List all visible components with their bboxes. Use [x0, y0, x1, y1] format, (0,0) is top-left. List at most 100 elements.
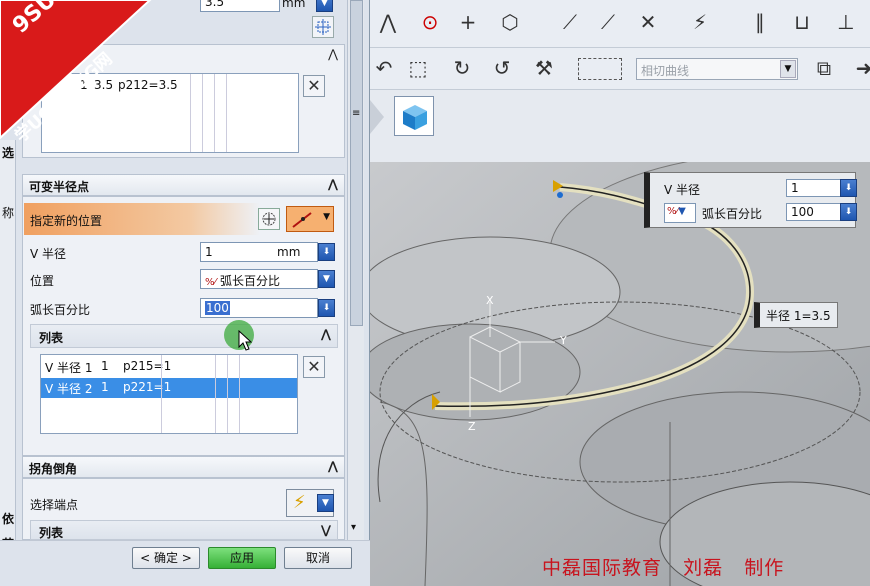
shape-outline-icon[interactable]: ⬡ — [496, 8, 524, 36]
callout-v-radius-dropdown[interactable]: ⬇ — [840, 179, 857, 197]
section-title: 可变半径点 — [29, 180, 90, 194]
dialog-scrollbar[interactable]: ≡ ▾ — [347, 0, 364, 540]
section-title: 拐角倒角 — [29, 462, 78, 476]
arc-percent-label: 弧长百分比 — [30, 303, 91, 317]
scrollbar-thumb[interactable] — [350, 0, 363, 326]
corner-icon[interactable]: ✕ — [634, 8, 662, 36]
chevron-down-icon: ▼ — [317, 494, 334, 512]
specify-location-label: 指定新的位置 — [30, 214, 103, 228]
snap-icon[interactable]: ⚒ — [530, 54, 558, 82]
watermark-text: 中磊国际教育 刘磊 制作 — [542, 557, 785, 579]
arrow-right-icon[interactable]: ➜ — [850, 54, 870, 82]
cross-plus-icon[interactable]: + — [454, 8, 482, 36]
transform-move-icon[interactable]: ↺ — [488, 54, 516, 82]
position-dropdown[interactable]: ▼ — [318, 270, 335, 288]
add-set-button[interactable] — [312, 16, 334, 38]
list-item[interactable]: 1 3.5 p212=3.5 — [42, 76, 298, 96]
radius-callout[interactable]: 半径 1=3.5 — [754, 302, 838, 328]
parallel-icon[interactable]: ∥ — [746, 8, 774, 36]
arrow-left-icon[interactable] — [370, 100, 384, 134]
arc-percent-value: 100 — [205, 301, 230, 315]
chevron-down-icon[interactable]: ▼ — [780, 60, 796, 78]
list-cell: p212=3.5 — [118, 78, 178, 92]
variable-radius-section-header[interactable]: 可变半径点 ⋀ — [22, 174, 345, 196]
collapse-up-icon[interactable]: ⋀ — [328, 459, 338, 473]
curve-rule-select[interactable]: 相切曲线 — [636, 58, 798, 80]
list-cell: 3.5 — [94, 78, 114, 92]
remove-point-button[interactable]: ✕ — [303, 356, 325, 378]
constraint-lightning-icon[interactable]: ⚡ — [686, 8, 714, 36]
percent-icon: %⁄ — [205, 277, 217, 288]
sketch-toolbar: ⋀ ⊙ + ⬡ ⟋ ⟋ ✕ ⚡ ∥ ⊔ ⊥ — [370, 0, 870, 48]
expand-down-icon[interactable]: ⋁ — [321, 523, 331, 537]
scroll-down-arrow-icon[interactable]: ▾ — [351, 522, 356, 533]
view-triad-button[interactable] — [394, 96, 434, 136]
callout-position-select[interactable]: %⁄▼ — [664, 203, 696, 223]
ok-button[interactable]: < 确定 > — [132, 547, 200, 569]
position-select[interactable]: %⁄ 弧长百分比 — [200, 269, 318, 289]
radius-1-label: 半径 1 — [30, 0, 66, 10]
list-subsection-header[interactable]: 列表 ⋀ — [30, 324, 338, 348]
polyline-icon[interactable]: ⋀ — [374, 8, 402, 36]
specify-location-row[interactable]: 指定新的位置 — [24, 203, 260, 235]
tangent-curves-icon[interactable]: ⧉ — [810, 54, 838, 82]
list-cell: V 半径 1 — [45, 361, 93, 375]
trim-icon[interactable]: ⟋ — [556, 8, 584, 36]
collapse-up-icon[interactable]: ⋀ — [328, 177, 338, 191]
cube-view-icon — [403, 105, 427, 130]
v-radius-callout: V 半径 1 ⬇ %⁄▼ 弧长百分比 100 ⬇ — [644, 172, 857, 228]
point-plus-icon — [262, 212, 276, 226]
corner-section-header[interactable]: 拐角倒角 ⋀ — [22, 456, 345, 478]
fragment-text: 依 — [2, 512, 15, 526]
fragment-text: 称 — [2, 206, 15, 220]
cancel-button[interactable]: 取消 — [284, 547, 352, 569]
list-cell: 1 — [80, 78, 88, 92]
list-header-label: 列表 — [39, 526, 64, 540]
collapse-up-icon[interactable]: ⋀ — [321, 327, 331, 341]
list-item[interactable]: V 半径 2 1 p221=1 — [41, 378, 297, 398]
list-cell: V 半径 2 — [45, 382, 93, 396]
apply-button[interactable]: 应用 — [208, 547, 276, 569]
endpoint-type-dropdown[interactable]: ⚡ ▼ — [286, 489, 334, 517]
list-cell: p221=1 — [123, 380, 172, 394]
graphics-viewport[interactable]: X Y Z V 半径 1 ⬇ %⁄▼ 弧长百分比 100 ⬇ 半径 1=3.5 — [370, 162, 870, 586]
axis-x-label: X — [486, 294, 494, 307]
chevron-down-icon: ▼ — [323, 212, 330, 222]
background-window-edge: 选 称 依 节 览 — [0, 140, 16, 580]
radius-1-dropdown[interactable]: ▼ — [316, 0, 333, 12]
extend-icon[interactable]: ⟋ — [594, 8, 622, 36]
callout-arc-dropdown[interactable]: ⬇ — [840, 203, 857, 221]
rotate-move-icon[interactable]: ↻ — [448, 54, 476, 82]
curve-point-icon — [292, 212, 312, 228]
axis-z-label: Z — [468, 420, 476, 433]
lightning-icon: ⚡ — [293, 492, 306, 513]
callout-v-radius-label: V 半径 — [664, 183, 701, 197]
v-radius-input[interactable]: 1 mm — [200, 242, 318, 262]
position-label: 位置 — [30, 274, 55, 288]
list-cell: 1 — [101, 380, 109, 394]
select-endpoint-label: 选择端点 — [30, 498, 79, 512]
point-dialog-button[interactable] — [258, 208, 280, 230]
dimension-icon[interactable]: ⊔ — [788, 8, 816, 36]
arc-percent-dropdown[interactable]: ⬇ — [318, 299, 335, 317]
corner-list-header[interactable]: 列表 ⋁ — [30, 520, 338, 540]
list-item[interactable]: V 半径 1 1 p215=1 — [41, 357, 297, 377]
v-radius-unit: mm — [277, 245, 301, 259]
collapse-up-icon[interactable]: ⋀ — [328, 47, 338, 61]
point-type-dropdown[interactable]: ▼ — [286, 206, 334, 232]
callout-arc-label: 弧长百分比 — [702, 207, 763, 221]
variable-radius-blend-dialog: 选 称 依 节 览 半径 1 3.5 mm ▼ ⋀ 1 3.5 p212=3.5… — [0, 0, 370, 586]
callout-arc-input[interactable]: 100 — [786, 203, 842, 221]
undo-arc-icon[interactable]: ↶ — [370, 54, 398, 82]
radius-1-input[interactable]: 3.5 — [200, 0, 280, 12]
arc-percent-input[interactable]: 100 — [200, 298, 318, 318]
callout-v-radius-input[interactable]: 1 — [786, 179, 842, 197]
remove-radius-button[interactable]: ✕ — [303, 75, 325, 97]
perpendicular-icon[interactable]: ⊥ — [832, 8, 860, 36]
circle-point-icon[interactable]: ⊙ — [416, 8, 444, 36]
solid-box-icon[interactable]: ⬚ — [404, 54, 432, 82]
selection-box-button[interactable] — [578, 58, 622, 80]
mouse-cursor-icon — [238, 330, 252, 351]
v-radius-dropdown[interactable]: ⬇ — [318, 243, 335, 261]
radius-list: 1 3.5 p212=3.5 — [41, 73, 299, 153]
